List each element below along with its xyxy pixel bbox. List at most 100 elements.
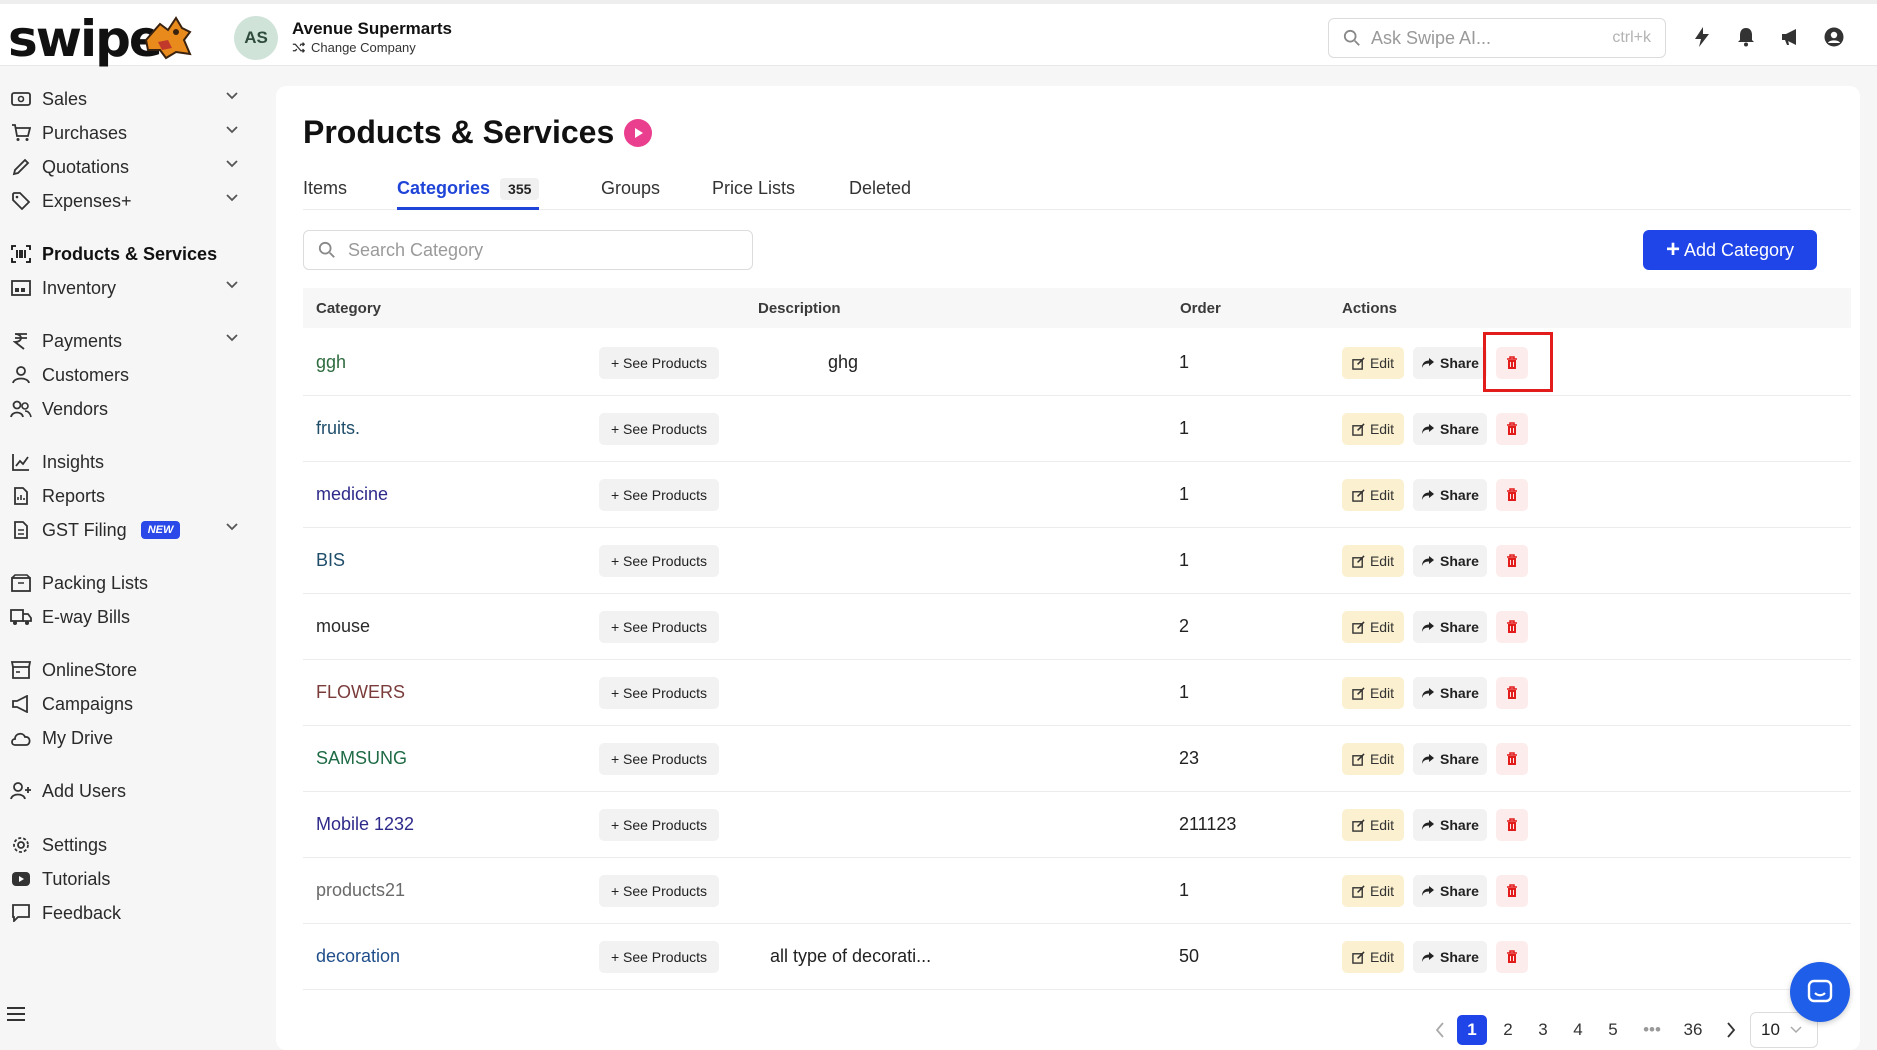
sidebar-item-insights[interactable]: Insights (10, 447, 246, 477)
delete-button[interactable] (1496, 875, 1528, 907)
chevron-down-icon[interactable] (226, 92, 238, 100)
search-category-input[interactable]: Search Category (303, 230, 753, 270)
play-video-icon[interactable] (624, 118, 653, 147)
edit-button[interactable]: Edit (1342, 611, 1404, 643)
edit-button[interactable]: Edit (1342, 875, 1404, 907)
share-button[interactable]: Share (1413, 743, 1487, 775)
page-2-button[interactable]: 2 (1493, 1015, 1523, 1045)
see-products-button[interactable]: + See Products (599, 875, 719, 907)
chevron-down-icon[interactable] (226, 194, 238, 202)
tab-categories[interactable]: Categories 355 (397, 176, 540, 210)
see-products-button[interactable]: + See Products (599, 809, 719, 841)
see-products-button[interactable]: + See Products (599, 347, 719, 379)
page-5-button[interactable]: 5 (1598, 1015, 1628, 1045)
sidebar-item-customers[interactable]: Customers (10, 360, 246, 390)
share-button[interactable]: Share (1413, 941, 1487, 973)
category-name-link[interactable]: decoration (316, 946, 400, 967)
company-avatar[interactable]: AS (234, 16, 278, 60)
user-profile-icon[interactable] (1823, 26, 1845, 48)
edit-button[interactable]: Edit (1342, 809, 1404, 841)
delete-button[interactable] (1496, 809, 1528, 841)
edit-button[interactable]: Edit (1342, 413, 1404, 445)
share-button[interactable]: Share (1413, 479, 1487, 511)
sidebar-item-my-drive[interactable]: My Drive (10, 723, 246, 753)
chevron-down-icon[interactable] (226, 523, 238, 531)
change-company-link[interactable]: Change Company (292, 40, 416, 55)
sidebar-item-campaigns[interactable]: Campaigns (10, 689, 246, 719)
sidebar-item-purchases[interactable]: Purchases (10, 118, 246, 148)
see-products-button[interactable]: + See Products (599, 611, 719, 643)
menu-icon[interactable] (6, 1006, 26, 1022)
add-category-button[interactable]: + Add Category (1643, 230, 1817, 270)
sidebar-item-gst-filing[interactable]: GST Filing NEW (10, 515, 246, 545)
edit-button[interactable]: Edit (1342, 545, 1404, 577)
category-name-link[interactable]: ggh (316, 352, 346, 373)
page-1-button[interactable]: 1 (1457, 1015, 1487, 1045)
share-button[interactable]: Share (1413, 347, 1487, 379)
sidebar-item-sales[interactable]: Sales (10, 84, 246, 114)
chevron-down-icon[interactable] (226, 126, 238, 134)
see-products-button[interactable]: + See Products (599, 545, 719, 577)
sidebar-item-payments[interactable]: Payments (10, 326, 246, 356)
sidebar-item-reports[interactable]: Reports (10, 481, 246, 511)
lightning-icon[interactable] (1691, 26, 1713, 48)
delete-button[interactable] (1496, 941, 1528, 973)
chevron-right-icon[interactable] (1726, 1022, 1736, 1038)
tab-groups[interactable]: Groups (601, 176, 660, 210)
sidebar-item-onlinestore[interactable]: OnlineStore (10, 655, 246, 685)
delete-button[interactable] (1496, 413, 1528, 445)
category-name-link[interactable]: medicine (316, 484, 388, 505)
share-button[interactable]: Share (1413, 677, 1487, 709)
tab-price-lists[interactable]: Price Lists (712, 176, 795, 210)
sidebar-item-feedback[interactable]: Feedback (10, 898, 246, 928)
chat-support-button[interactable] (1790, 962, 1850, 1022)
sidebar-item-products-services[interactable]: Products & Services (10, 239, 246, 269)
share-button[interactable]: Share (1413, 875, 1487, 907)
category-name-link[interactable]: SAMSUNG (316, 748, 407, 769)
sidebar-item-expenses[interactable]: Expenses+ (10, 186, 246, 216)
chevron-down-icon[interactable] (226, 281, 238, 289)
see-products-button[interactable]: + See Products (599, 413, 719, 445)
category-name-link[interactable]: products21 (316, 880, 405, 901)
sidebar-item-vendors[interactable]: Vendors (10, 394, 246, 424)
share-button[interactable]: Share (1413, 809, 1487, 841)
category-name-link[interactable]: FLOWERS (316, 682, 405, 703)
see-products-button[interactable]: + See Products (599, 743, 719, 775)
edit-button[interactable]: Edit (1342, 941, 1404, 973)
category-name-link[interactable]: Mobile 1232 (316, 814, 414, 835)
share-button[interactable]: Share (1413, 545, 1487, 577)
delete-button[interactable] (1496, 677, 1528, 709)
sidebar-item-tutorials[interactable]: Tutorials (10, 864, 246, 894)
bell-icon[interactable] (1735, 26, 1757, 48)
tab-deleted[interactable]: Deleted (849, 176, 911, 210)
page-3-button[interactable]: 3 (1528, 1015, 1558, 1045)
company-name[interactable]: Avenue Supermarts (292, 19, 452, 39)
see-products-button[interactable]: + See Products (599, 941, 719, 973)
sidebar-item-packing-lists[interactable]: Packing Lists (10, 568, 246, 598)
sidebar-item-settings[interactable]: Settings (10, 830, 246, 860)
sidebar-item-inventory[interactable]: Inventory (10, 273, 246, 303)
sidebar-item-eway-bills[interactable]: E-way Bills (10, 602, 246, 632)
edit-button[interactable]: Edit (1342, 347, 1404, 379)
delete-button[interactable] (1496, 479, 1528, 511)
chevron-down-icon[interactable] (226, 160, 238, 168)
chevron-down-icon[interactable] (226, 334, 238, 342)
megaphone-icon[interactable] (1779, 26, 1801, 48)
delete-button[interactable] (1496, 545, 1528, 577)
category-name-link[interactable]: BIS (316, 550, 345, 571)
category-name-link[interactable]: mouse (316, 616, 370, 637)
see-products-button[interactable]: + See Products (599, 479, 719, 511)
delete-button[interactable] (1496, 611, 1528, 643)
edit-button[interactable]: Edit (1342, 743, 1404, 775)
share-button[interactable]: Share (1413, 413, 1487, 445)
page-36-button[interactable]: 36 (1676, 1015, 1710, 1045)
ask-ai-search[interactable]: Ask Swipe AI... ctrl+k (1328, 18, 1666, 58)
chevron-left-icon[interactable] (1435, 1022, 1445, 1038)
page-4-button[interactable]: 4 (1563, 1015, 1593, 1045)
edit-button[interactable]: Edit (1342, 677, 1404, 709)
sidebar-item-quotations[interactable]: Quotations (10, 152, 246, 182)
delete-button[interactable] (1496, 743, 1528, 775)
edit-button[interactable]: Edit (1342, 479, 1404, 511)
see-products-button[interactable]: + See Products (599, 677, 719, 709)
tab-items[interactable]: Items (303, 176, 347, 210)
